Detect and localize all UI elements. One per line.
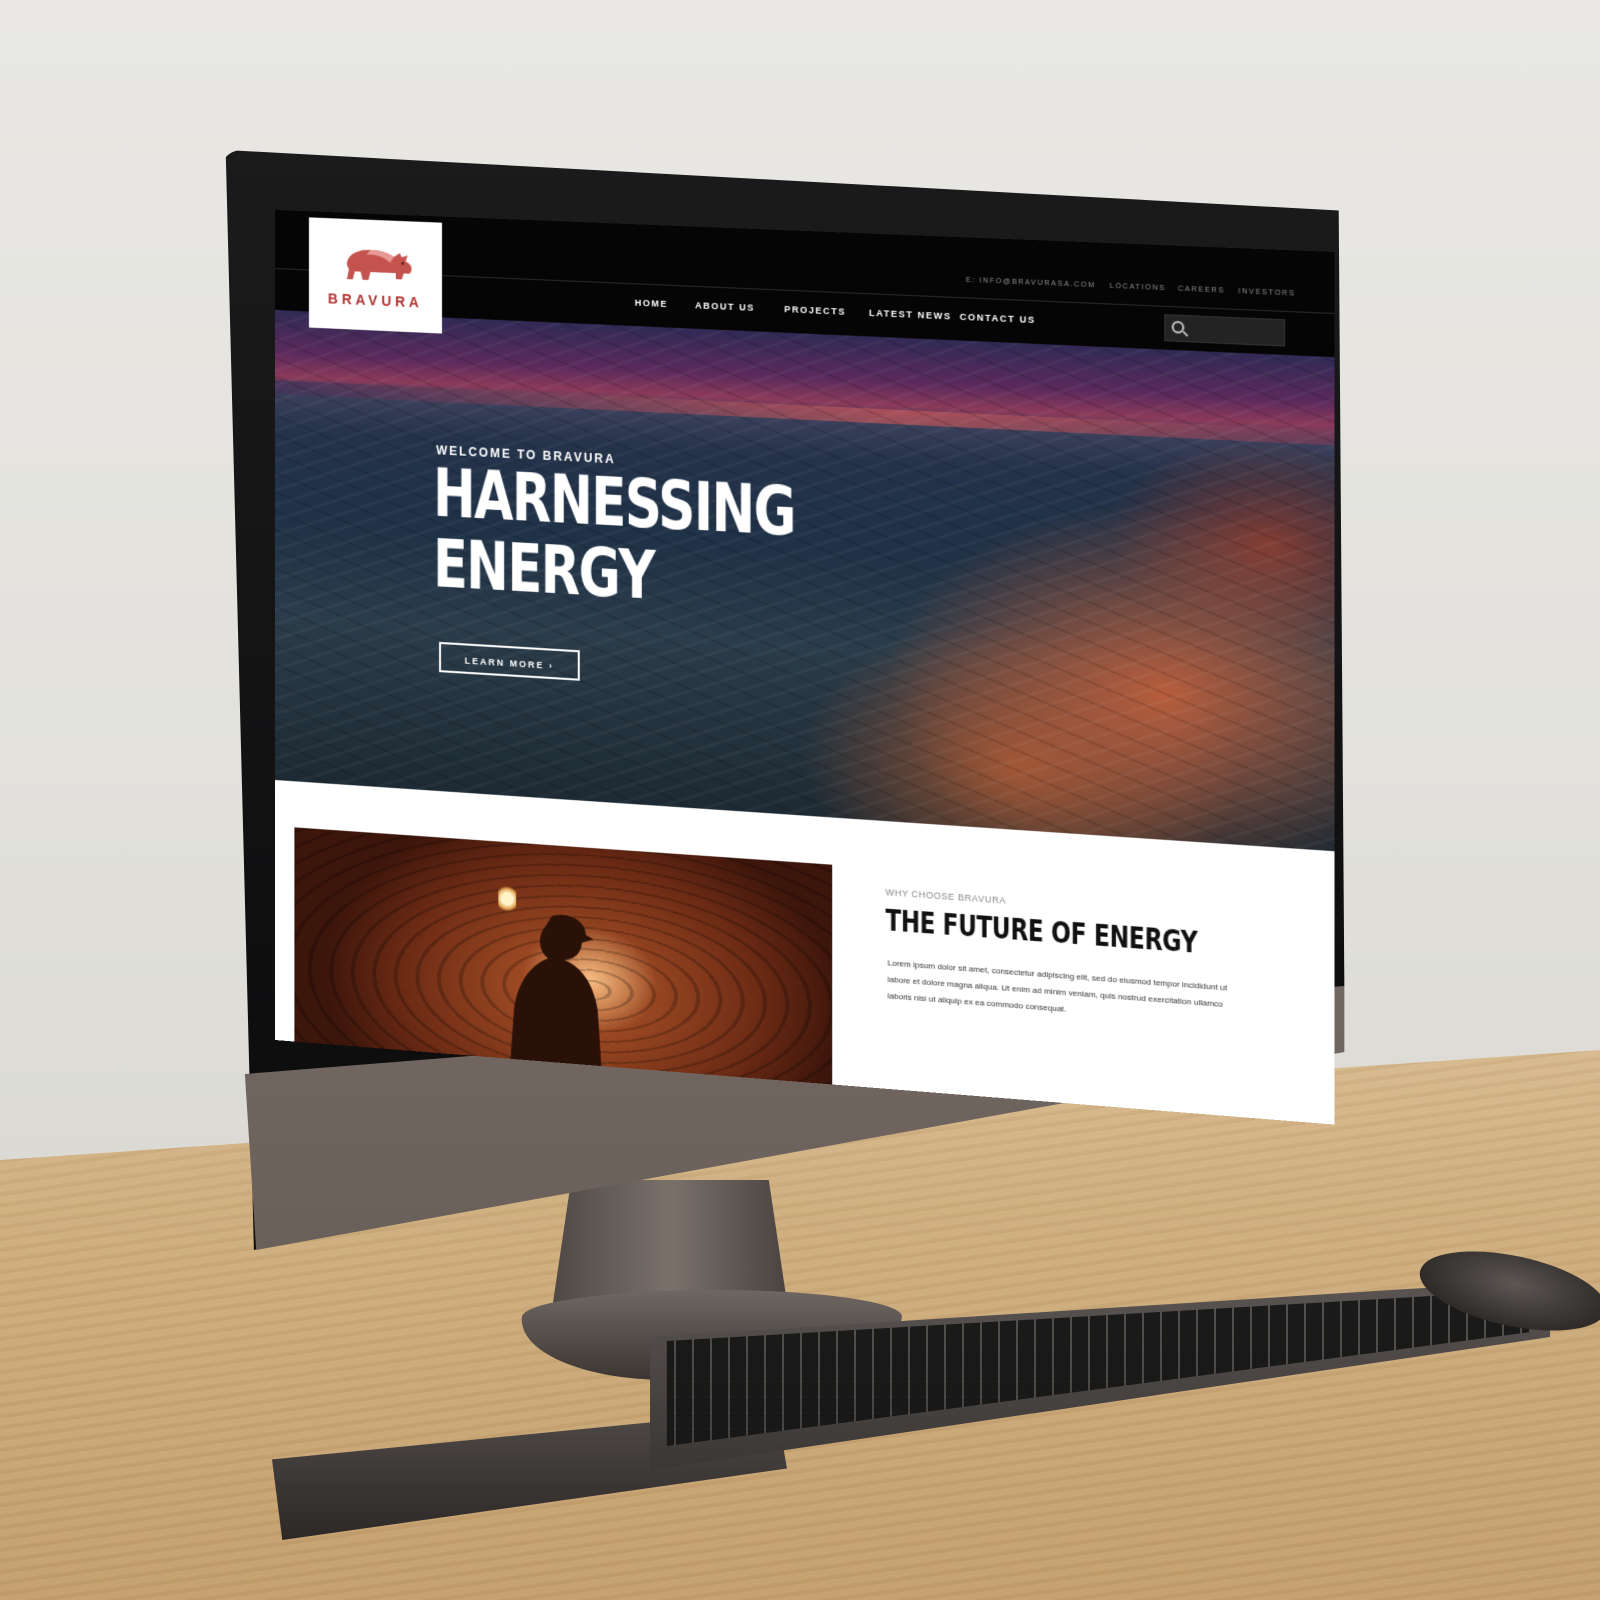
tunnel-photo: [294, 827, 832, 1084]
desk-scene: E: INFO@BRAVURASA.COM LOCATIONS CAREERS …: [0, 0, 1600, 1600]
nav-contact-us[interactable]: CONTACT US: [960, 312, 1036, 326]
section-body: Lorem ipsum dolor sit amet, consectetur …: [888, 955, 1232, 1031]
logo-text: BRAVURA: [309, 289, 442, 311]
email-link[interactable]: E: INFO@BRAVURASA.COM: [966, 277, 1096, 290]
nav-about-us[interactable]: ABOUT US: [695, 300, 755, 313]
search-icon[interactable]: [1172, 321, 1185, 334]
nav-projects[interactable]: PROJECTS: [784, 304, 846, 317]
nav-latest-news[interactable]: LATEST NEWS: [869, 308, 952, 322]
section-title: THE FUTURE OF ENERGY: [885, 903, 1197, 960]
rhino-logo-icon: [341, 241, 415, 288]
logo[interactable]: BRAVURA: [309, 217, 442, 333]
hero-banner: WELCOME TO BRAVURA HARNESSING ENERGY LEA…: [275, 310, 1334, 851]
nav-home[interactable]: HOME: [635, 298, 668, 310]
monitor-screen: E: INFO@BRAVURASA.COM LOCATIONS CAREERS …: [275, 210, 1334, 1125]
search-input[interactable]: [1164, 314, 1285, 346]
top-link-investors[interactable]: INVESTORS: [1238, 288, 1295, 298]
miner-silhouette: [490, 902, 629, 1075]
hero-title: HARNESSING ENERGY: [433, 458, 760, 618]
section-kicker: WHY CHOOSE BRAVURA: [885, 887, 1006, 906]
top-link-locations[interactable]: LOCATIONS: [1110, 283, 1166, 293]
top-link-careers[interactable]: CAREERS: [1178, 285, 1225, 294]
